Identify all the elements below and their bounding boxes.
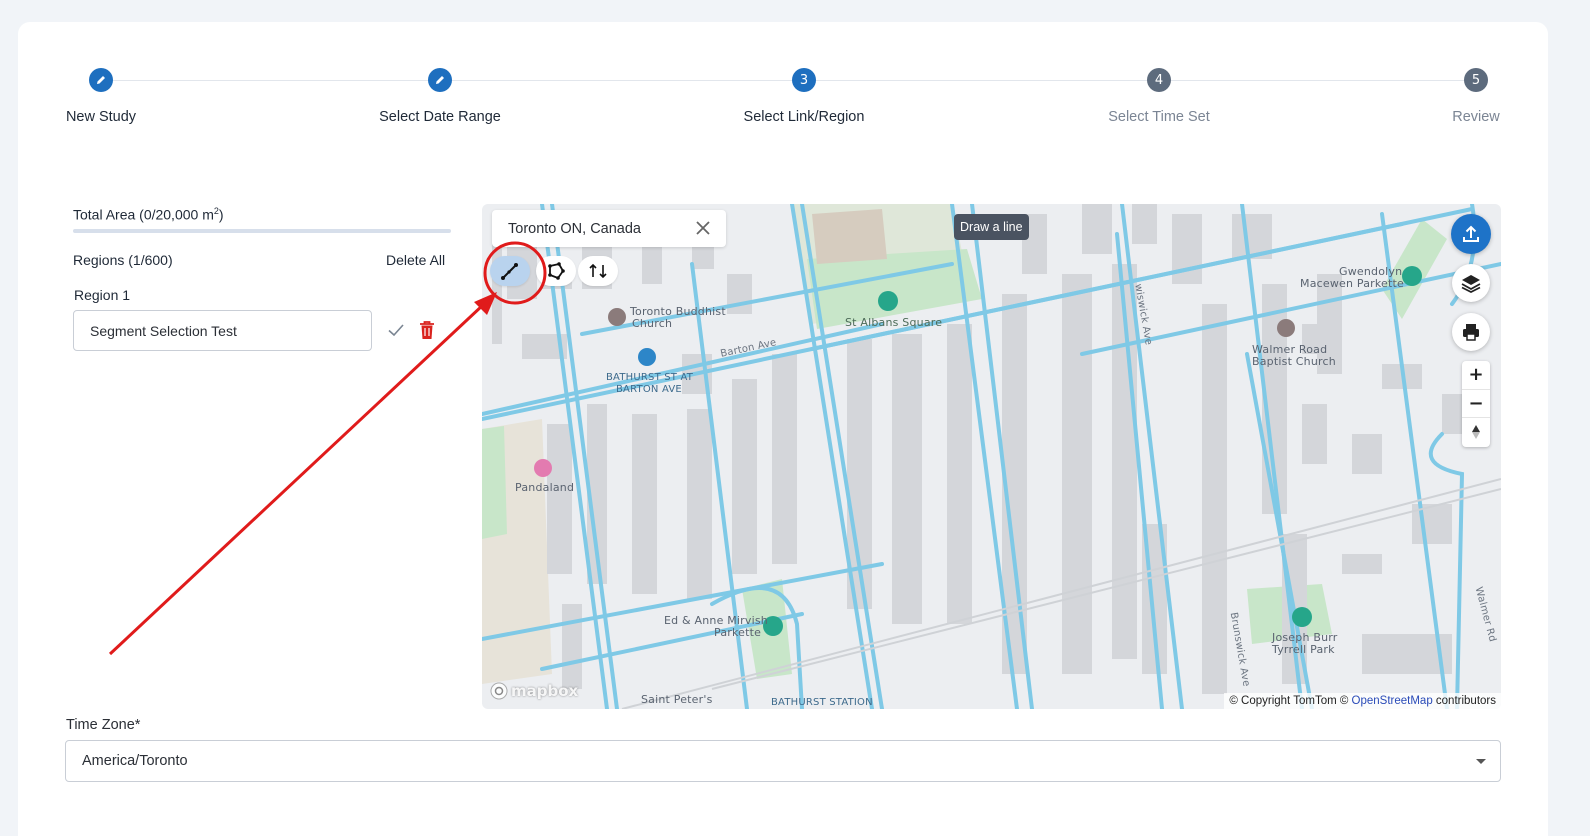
mapbox-logo[interactable]: mapbox bbox=[490, 682, 578, 700]
compass-icon bbox=[1472, 425, 1480, 440]
map-label-pandaland: Pandaland bbox=[515, 481, 575, 494]
line-draw-icon bbox=[501, 263, 518, 280]
chevron-down-icon bbox=[1476, 759, 1486, 764]
region-name-input[interactable] bbox=[73, 310, 372, 351]
swap-direction-button[interactable] bbox=[578, 256, 618, 286]
compass-button[interactable] bbox=[1462, 418, 1490, 447]
regions-count: Regions (1/600) bbox=[73, 252, 173, 268]
step-label: Select Date Range bbox=[379, 109, 501, 125]
map-label-bathurst-station: BATHURST STATION bbox=[771, 697, 873, 708]
step-select-time-set[interactable]: 4 Select Time Set bbox=[1059, 68, 1259, 125]
step-label: New Study bbox=[65, 109, 137, 125]
upload-icon bbox=[1463, 225, 1479, 242]
map-search-value: Toronto ON, Canada bbox=[508, 220, 641, 237]
step-label: Select Time Set bbox=[1108, 109, 1210, 125]
map-label-joseph-burr-2: Tyrrell Park bbox=[1272, 643, 1335, 656]
swap-arrows-icon bbox=[589, 263, 607, 279]
map-canvas[interactable]: Toronto Buddhist Church Barton Ave BATHU… bbox=[482, 204, 1501, 709]
map-label-st-albans: St Albans Square bbox=[845, 316, 943, 329]
step-new-study[interactable]: New Study bbox=[1, 68, 201, 125]
zoom-controls: + − bbox=[1462, 361, 1490, 447]
total-area-progress bbox=[73, 229, 451, 233]
total-area-label: Total Area (0/20,000 m2) bbox=[73, 206, 224, 223]
mapbox-logo-icon bbox=[490, 682, 508, 700]
print-button[interactable] bbox=[1452, 313, 1490, 351]
map-label-bathurst-stop-2: BARTON AVE bbox=[616, 384, 682, 395]
printer-icon bbox=[1463, 324, 1479, 341]
openstreetmap-link[interactable]: OpenStreetMap bbox=[1352, 695, 1433, 707]
step-label: Review bbox=[1452, 109, 1500, 125]
step-select-date-range[interactable]: Select Date Range bbox=[340, 68, 540, 125]
map-label-buddhist-church-2: Church bbox=[632, 317, 673, 330]
step-number: 4 bbox=[1147, 68, 1171, 92]
step-label: Select Link/Region bbox=[743, 109, 865, 125]
timezone-label: Time Zone* bbox=[66, 717, 141, 733]
timezone-value: America/Toronto bbox=[82, 753, 188, 769]
map-search-box[interactable]: Toronto ON, Canada bbox=[492, 210, 726, 247]
delete-all-button[interactable]: Delete All bbox=[386, 252, 445, 268]
step-number: 5 bbox=[1464, 68, 1488, 92]
trash-icon[interactable] bbox=[418, 320, 436, 340]
step-select-link-region[interactable]: 3 Select Link/Region bbox=[704, 68, 904, 125]
draw-line-tooltip: Draw a line bbox=[954, 214, 1029, 240]
check-icon[interactable] bbox=[386, 320, 406, 340]
map-label-bathurst-stop: BATHURST ST AT bbox=[606, 372, 694, 383]
layers-button[interactable] bbox=[1452, 264, 1490, 302]
edit-icon bbox=[89, 68, 113, 92]
layers-icon bbox=[1461, 275, 1481, 294]
close-icon[interactable] bbox=[694, 219, 712, 237]
map-label-gwendolyn-2: Macewen Parkette bbox=[1300, 277, 1405, 290]
draw-line-button[interactable] bbox=[490, 256, 530, 286]
map-label-saint-peters: Saint Peter's bbox=[641, 693, 713, 706]
zoom-out-button[interactable]: − bbox=[1462, 390, 1490, 419]
draw-polygon-button[interactable] bbox=[536, 256, 576, 286]
step-review[interactable]: 5 Review bbox=[1376, 68, 1576, 125]
edit-icon bbox=[428, 68, 452, 92]
region-label: Region 1 bbox=[74, 287, 131, 303]
polygon-draw-icon bbox=[548, 262, 565, 280]
step-number: 3 bbox=[792, 68, 816, 92]
map-label-walmer-church-2: Baptist Church bbox=[1252, 355, 1336, 368]
timezone-select[interactable]: America/Toronto bbox=[65, 740, 1501, 782]
map-attribution: © Copyright TomTom © OpenStreetMap contr… bbox=[1224, 693, 1501, 709]
zoom-in-button[interactable]: + bbox=[1462, 361, 1490, 390]
upload-button[interactable] bbox=[1451, 214, 1491, 254]
map-label-mirvish-2: Parkette bbox=[714, 626, 762, 639]
